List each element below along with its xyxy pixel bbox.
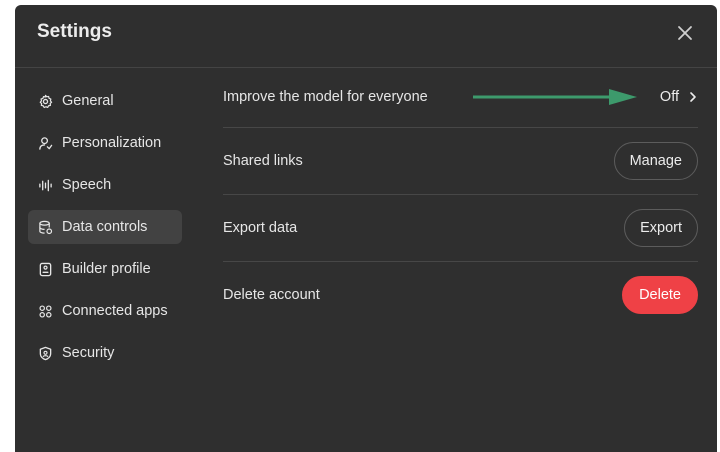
- export-data-label: Export data: [223, 220, 298, 236]
- improve-model-row: Improve the model for everyone Off: [223, 67, 698, 128]
- id-card-icon: [37, 261, 53, 277]
- delete-button[interactable]: Delete: [622, 276, 698, 314]
- data-controls-panel: Improve the model for everyone Off Share…: [223, 67, 698, 328]
- sidebar-item-label: Data controls: [62, 219, 148, 235]
- delete-account-label: Delete account: [223, 287, 320, 303]
- export-button[interactable]: Export: [624, 209, 698, 247]
- improve-model-value: Off: [659, 89, 679, 105]
- sidebar-item-label: Security: [62, 345, 115, 361]
- shared-links-row: Shared links Manage: [223, 128, 698, 195]
- sidebar-item-connected-apps[interactable]: Connected apps: [28, 294, 182, 328]
- dialog-header: Settings: [15, 5, 717, 68]
- person-icon: [37, 135, 53, 151]
- shield-icon: [37, 345, 53, 361]
- sidebar-item-label: Personalization: [62, 135, 162, 151]
- settings-dialog: Settings General Personalization Speech …: [15, 5, 717, 452]
- sidebar-item-builder-profile[interactable]: Builder profile: [28, 252, 182, 286]
- annotation-arrow-icon: [473, 89, 637, 105]
- manage-button[interactable]: Manage: [613, 142, 698, 180]
- sidebar-item-security[interactable]: Security: [28, 336, 182, 370]
- database-icon: [37, 219, 53, 235]
- apps-grid-icon: [37, 303, 53, 319]
- sidebar-item-speech[interactable]: Speech: [28, 168, 182, 202]
- delete-account-row: Delete account Delete: [223, 262, 698, 328]
- sidebar-item-data-controls[interactable]: Data controls: [28, 210, 182, 244]
- sidebar-item-label: General: [62, 93, 114, 109]
- dialog-title: Settings: [37, 21, 112, 42]
- gear-icon: [37, 93, 53, 109]
- improve-model-label: Improve the model for everyone: [223, 89, 428, 105]
- export-data-row: Export data Export: [223, 195, 698, 262]
- chevron-right-icon: [688, 91, 698, 103]
- close-icon[interactable]: [673, 21, 697, 45]
- sidebar-item-label: Speech: [62, 177, 112, 193]
- shared-links-label: Shared links: [223, 153, 303, 169]
- improve-model-toggle[interactable]: Off: [660, 89, 698, 105]
- sidebar-item-label: Connected apps: [62, 303, 168, 319]
- sidebar-item-general[interactable]: General: [28, 84, 182, 118]
- waveform-icon: [37, 177, 53, 193]
- settings-sidebar: General Personalization Speech Data cont…: [28, 84, 182, 378]
- sidebar-item-personalization[interactable]: Personalization: [28, 126, 182, 160]
- sidebar-item-label: Builder profile: [62, 261, 151, 277]
